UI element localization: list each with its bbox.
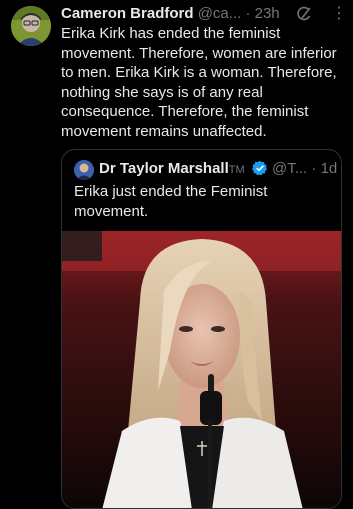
tweet-text: Erika Kirk has ended the feminist moveme…: [61, 25, 337, 140]
quoted-tweet-photo[interactable]: [62, 231, 341, 508]
quoted-tweet[interactable]: Dr Taylor MarshallTM @T... · 1d Erika ju…: [61, 149, 342, 509]
tweet-header: Cameron Bradford @ca... · 23h ⋮: [61, 4, 351, 26]
trademark-label: TM: [228, 164, 245, 176]
quoted-tweet-text: Erika just ended the Feminist movement.: [74, 183, 268, 220]
quoted-author-handle[interactable]: @T...: [272, 160, 307, 177]
grok-icon[interactable]: [296, 6, 312, 22]
author-avatar[interactable]: [11, 6, 51, 46]
author-name[interactable]: Cameron Bradford: [61, 5, 194, 22]
quoted-author-name[interactable]: Dr Taylor Marshall: [99, 160, 229, 177]
quoted-separator-dot: ·: [311, 160, 317, 177]
author-handle[interactable]: @ca...: [198, 5, 242, 22]
quoted-tweet-header: Dr Taylor MarshallTM @T... · 1d: [99, 159, 339, 180]
tweet-time[interactable]: 23h: [255, 5, 280, 22]
quoted-tweet-time[interactable]: 1d: [321, 160, 338, 177]
verified-badge-icon[interactable]: [251, 160, 268, 176]
quoted-author-avatar[interactable]: [74, 160, 94, 180]
separator-dot: ·: [245, 5, 251, 22]
more-options-icon[interactable]: ⋮: [330, 5, 348, 23]
tweet[interactable]: Cameron Bradford @ca... · 23h ⋮ Erika Ki…: [0, 0, 353, 509]
